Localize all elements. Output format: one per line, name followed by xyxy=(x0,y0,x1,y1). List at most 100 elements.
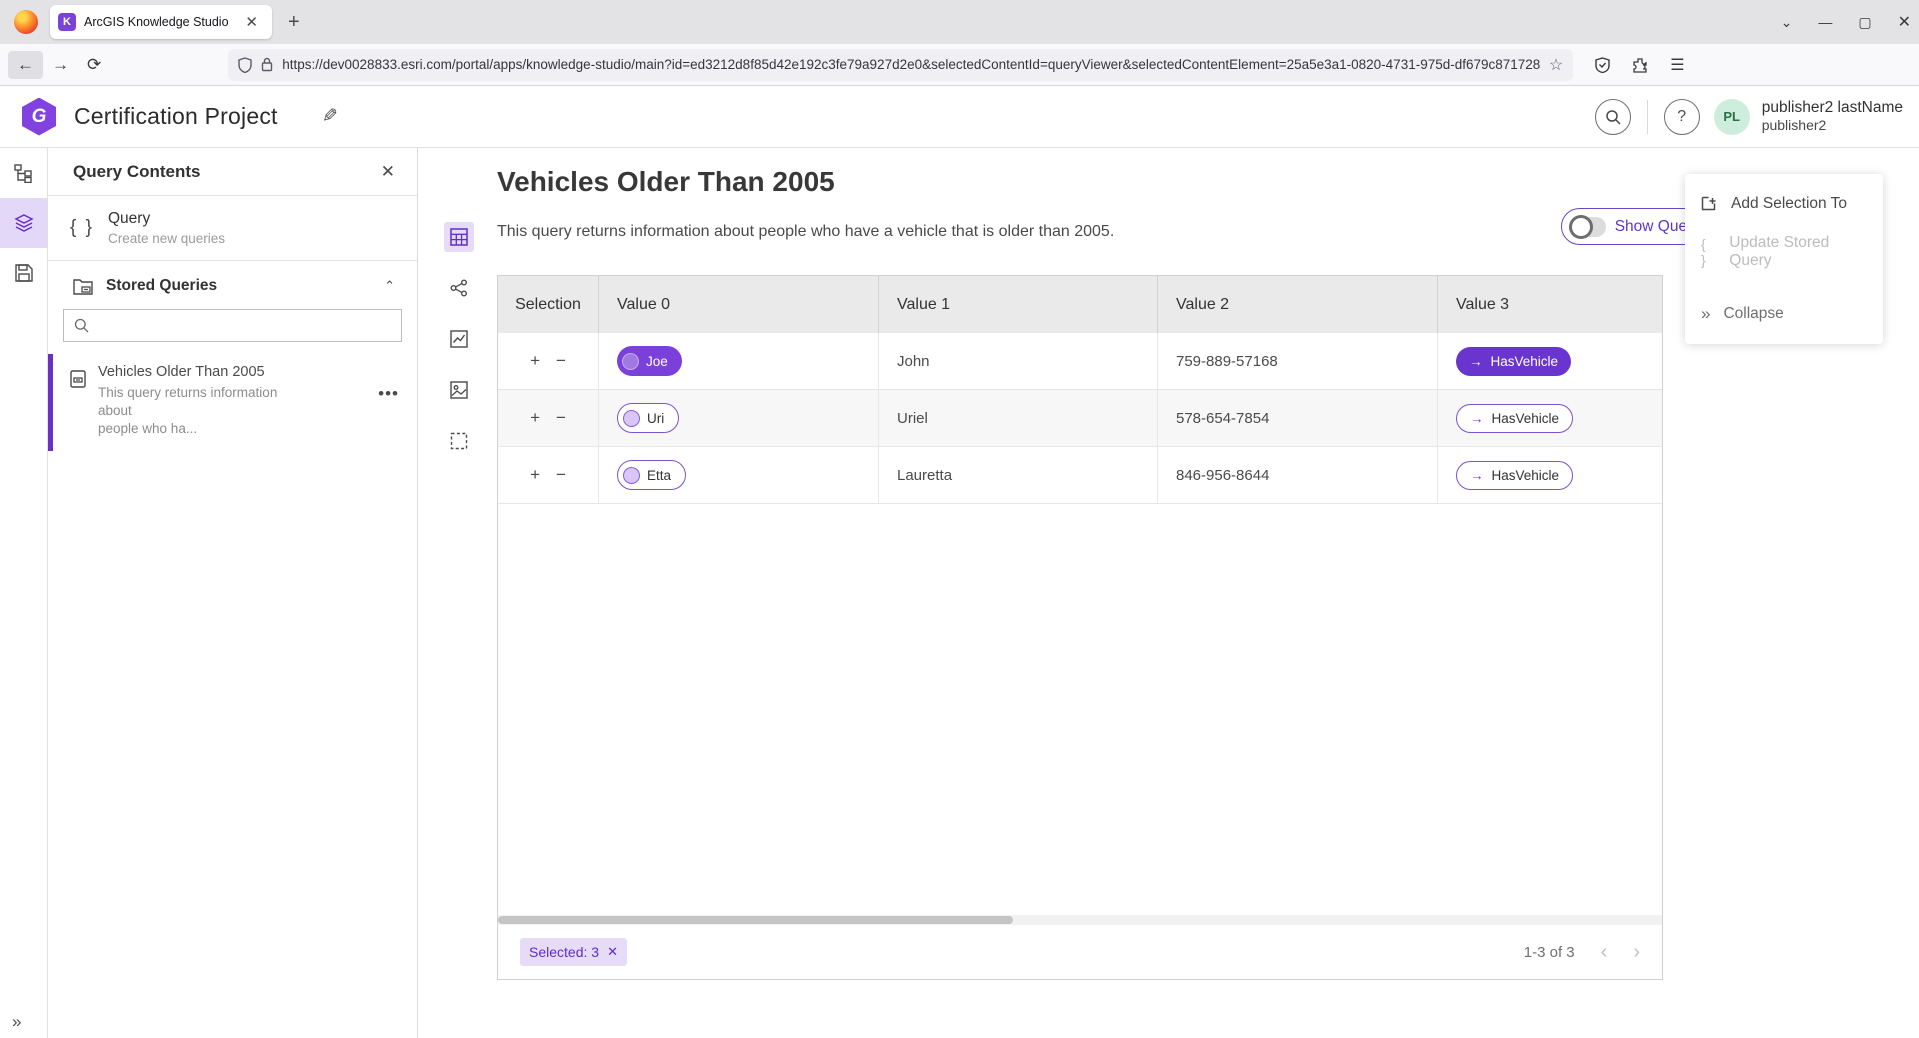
row-add-icon[interactable]: + xyxy=(530,465,540,485)
arrow-icon: → xyxy=(1470,468,1484,483)
relationship-pill[interactable]: →HasVehicle xyxy=(1456,461,1573,490)
pagination-range: 1-3 of 3 xyxy=(1524,944,1575,961)
new-query-item[interactable]: { } Query Create new queries xyxy=(48,196,417,261)
column-header-selection[interactable]: Selection xyxy=(498,276,599,333)
lock-icon[interactable] xyxy=(261,57,273,72)
panel-close-icon[interactable]: ✕ xyxy=(381,162,395,182)
row-add-icon[interactable]: + xyxy=(530,351,540,371)
chevron-up-icon[interactable]: ⌃ xyxy=(384,278,395,294)
context-menu: Add Selection To { } Update Stored Query… xyxy=(1685,174,1883,344)
url-text[interactable]: https://dev0028833.esri.com/portal/apps/… xyxy=(282,57,1541,72)
new-tab-button[interactable]: + xyxy=(282,9,306,36)
menu-item-update-stored-query[interactable]: { } Update Stored Query xyxy=(1685,228,1883,276)
stored-query-desc: This query returns information aboutpeop… xyxy=(98,384,298,439)
hierarchy-graph-icon xyxy=(14,164,33,183)
entity-dot-icon xyxy=(623,467,640,484)
row-remove-icon[interactable]: − xyxy=(556,351,566,371)
window-close-icon[interactable]: ✕ xyxy=(1898,12,1911,32)
arcgis-knowledge-logo-icon: G xyxy=(22,98,56,136)
hamburger-menu-icon[interactable]: ☰ xyxy=(1670,55,1684,75)
entity-pill[interactable]: Uri xyxy=(617,403,679,433)
page-title: Vehicles Older Than 2005 xyxy=(497,166,835,198)
maximize-icon[interactable]: ▢ xyxy=(1858,14,1871,31)
map-view-button[interactable] xyxy=(444,375,474,405)
shield-icon[interactable] xyxy=(238,57,252,73)
query-item-sub: Create new queries xyxy=(108,231,225,246)
selected-count-chip[interactable]: Selected: 3 ✕ xyxy=(520,938,627,966)
results-table: Selection Value 0 Value 1 Value 2 Value … xyxy=(497,275,1663,980)
back-icon[interactable]: ← xyxy=(8,51,43,79)
entity-pill[interactable]: Etta xyxy=(617,460,686,490)
table-footer: Selected: 3 ✕ 1-3 of 3 ‹ › xyxy=(498,925,1662,979)
arrow-icon: → xyxy=(1469,354,1483,369)
user-name-block[interactable]: publisher2 lastName publisher2 xyxy=(1762,98,1903,135)
url-bar[interactable]: https://dev0028833.esri.com/portal/apps/… xyxy=(228,49,1573,81)
edit-title-pencil-icon[interactable]: ✎ xyxy=(322,105,338,128)
save-floppy-icon xyxy=(15,264,33,282)
browser-tab[interactable]: K ArcGIS Knowledge Studio ✕ xyxy=(50,5,272,39)
relationship-pill[interactable]: →HasVehicle xyxy=(1456,404,1573,433)
document-icon xyxy=(70,370,86,439)
row-add-icon[interactable]: + xyxy=(530,408,540,428)
collapse-chevrons-icon: » xyxy=(1701,304,1710,324)
extensions-puzzle-icon[interactable] xyxy=(1632,57,1648,73)
reload-icon[interactable]: ⟳ xyxy=(78,51,110,79)
sidebar-item-query[interactable] xyxy=(0,198,47,248)
chart-view-button[interactable] xyxy=(444,324,474,354)
column-header-value0[interactable]: Value 0 xyxy=(599,276,879,333)
forward-icon[interactable]: → xyxy=(43,51,78,79)
clear-selection-icon[interactable]: ✕ xyxy=(607,944,618,960)
sidebar-item-save[interactable] xyxy=(0,248,47,298)
browser-tab-title: ArcGIS Knowledge Studio xyxy=(84,15,239,29)
entity-dot-icon xyxy=(623,410,640,427)
layers-icon xyxy=(14,213,34,233)
menu-item-add-selection-to[interactable]: Add Selection To xyxy=(1685,180,1883,228)
sidebar-item-knowledge-graph[interactable] xyxy=(0,148,47,198)
cell-value1: John xyxy=(879,333,1158,389)
table-row[interactable]: + − Uri Uriel 578-654-7854 →HasVehicle xyxy=(498,390,1662,447)
stored-queries-search-input[interactable] xyxy=(63,309,402,342)
page-prev-icon[interactable]: ‹ xyxy=(1601,941,1608,964)
select-marquee-button[interactable] xyxy=(444,426,474,456)
row-remove-icon[interactable]: − xyxy=(556,408,566,428)
minimize-icon[interactable]: — xyxy=(1818,14,1832,30)
tab-close-icon[interactable]: ✕ xyxy=(239,11,264,33)
list-tabs-icon[interactable]: ⌄ xyxy=(1781,14,1793,31)
column-header-value2[interactable]: Value 2 xyxy=(1158,276,1438,333)
column-header-value1[interactable]: Value 1 xyxy=(879,276,1158,333)
add-selection-icon xyxy=(1701,196,1718,213)
arcgis-favicon-icon: K xyxy=(58,13,76,31)
folder-icon xyxy=(73,278,93,295)
app-header: G Certification Project ✎ ? PL publisher… xyxy=(0,86,1919,148)
help-button[interactable]: ? xyxy=(1664,99,1700,135)
stored-query-item[interactable]: Vehicles Older Than 2005 This query retu… xyxy=(48,354,417,451)
browser-toolbar: ← → ⟳ https://dev0028833.esri.com/portal… xyxy=(0,44,1919,86)
page-description: This query returns information about peo… xyxy=(497,223,1114,241)
bookmark-star-icon[interactable]: ☆ xyxy=(1549,55,1563,75)
main-content: Vehicles Older Than 2005 This query retu… xyxy=(418,148,1919,1038)
horizontal-scrollbar[interactable] xyxy=(498,915,1662,925)
user-name: publisher2 lastName xyxy=(1762,98,1903,117)
stored-queries-header[interactable]: Stored Queries ⌃ xyxy=(48,261,417,305)
search-button[interactable] xyxy=(1595,99,1631,135)
item-options-icon[interactable]: ••• xyxy=(378,384,399,404)
column-header-value3[interactable]: Value 3 xyxy=(1438,276,1662,333)
entity-pill[interactable]: Joe xyxy=(617,346,682,376)
link-chart-view-button[interactable] xyxy=(444,273,474,303)
relationship-pill[interactable]: →HasVehicle xyxy=(1456,347,1571,376)
toggle-switch[interactable] xyxy=(1570,217,1606,237)
table-row[interactable]: + − Joe John 759-889-57168 →HasVehicle xyxy=(498,333,1662,390)
curly-braces-icon: { } xyxy=(70,217,94,239)
scrollbar-thumb[interactable] xyxy=(498,916,1013,924)
rail-expand-icon[interactable]: » xyxy=(0,1012,48,1032)
menu-item-collapse[interactable]: » Collapse xyxy=(1685,290,1883,338)
pocket-icon[interactable] xyxy=(1595,57,1610,73)
query-item-label: Query xyxy=(108,210,225,228)
panel-title: Query Contents xyxy=(73,162,201,182)
user-avatar[interactable]: PL xyxy=(1714,99,1750,135)
row-remove-icon[interactable]: − xyxy=(556,465,566,485)
table-row[interactable]: + − Etta Lauretta 846-956-8644 →HasVehic… xyxy=(498,447,1662,504)
firefox-icon[interactable] xyxy=(14,10,38,34)
table-view-button[interactable] xyxy=(444,222,474,252)
page-next-icon[interactable]: › xyxy=(1633,941,1640,964)
